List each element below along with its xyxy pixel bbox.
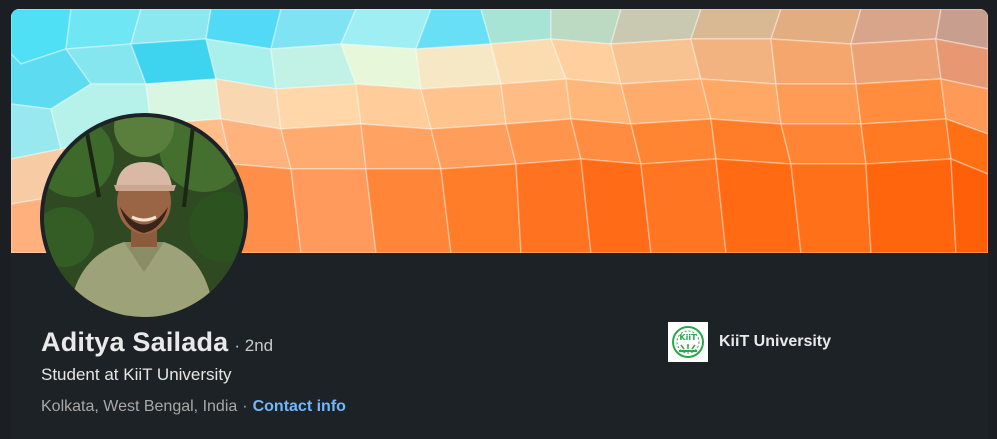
location-row: Kolkata, West Bengal, India · Contact in… xyxy=(41,398,346,416)
svg-text:KiiT: KiiT xyxy=(679,333,697,342)
connection-degree: · 2nd xyxy=(234,336,274,355)
profile-avatar[interactable] xyxy=(40,113,248,321)
kiit-university-logo-icon: KiiT xyxy=(668,322,708,362)
contact-info-link[interactable]: Contact info xyxy=(253,398,346,416)
education-name: KiiT University xyxy=(719,333,832,350)
profile-location: Kolkata, West Bengal, India xyxy=(41,398,238,415)
profile-headline: Student at KiiT University xyxy=(41,365,232,384)
education-entry[interactable]: KiiT KiiT University xyxy=(668,322,831,362)
profile-name-row: Aditya Sailada · 2nd xyxy=(41,327,273,358)
profile-name: Aditya Sailada xyxy=(41,327,229,357)
profile-card: Aditya Sailada · 2nd Student at KiiT Uni… xyxy=(11,9,988,439)
profile-photo xyxy=(44,117,244,317)
location-separator: · xyxy=(242,398,248,415)
